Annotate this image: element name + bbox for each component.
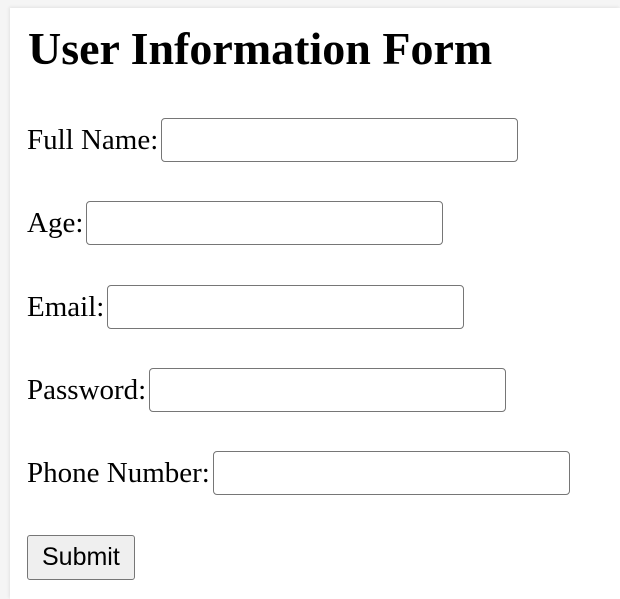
email-row: Email: xyxy=(27,284,465,330)
age-input[interactable] xyxy=(86,201,444,245)
full-name-row: Full Name: xyxy=(27,117,519,163)
password-input[interactable] xyxy=(149,368,507,412)
phone-number-input[interactable] xyxy=(212,451,570,495)
form-page: User Information Form Full Name: Age: Em… xyxy=(10,8,620,599)
form-title: User Information Form xyxy=(28,23,493,74)
email-label: Email: xyxy=(27,290,105,323)
submit-button[interactable]: Submit xyxy=(27,535,135,580)
phone-number-label: Phone Number: xyxy=(27,456,210,489)
full-name-label: Full Name: xyxy=(27,123,159,156)
age-label: Age: xyxy=(27,206,84,239)
password-label: Password: xyxy=(27,373,147,406)
email-input[interactable] xyxy=(107,285,465,329)
full-name-input[interactable] xyxy=(161,118,519,162)
phone-number-row: Phone Number: xyxy=(27,450,570,496)
password-row: Password: xyxy=(27,367,507,413)
age-row: Age: xyxy=(27,200,444,246)
